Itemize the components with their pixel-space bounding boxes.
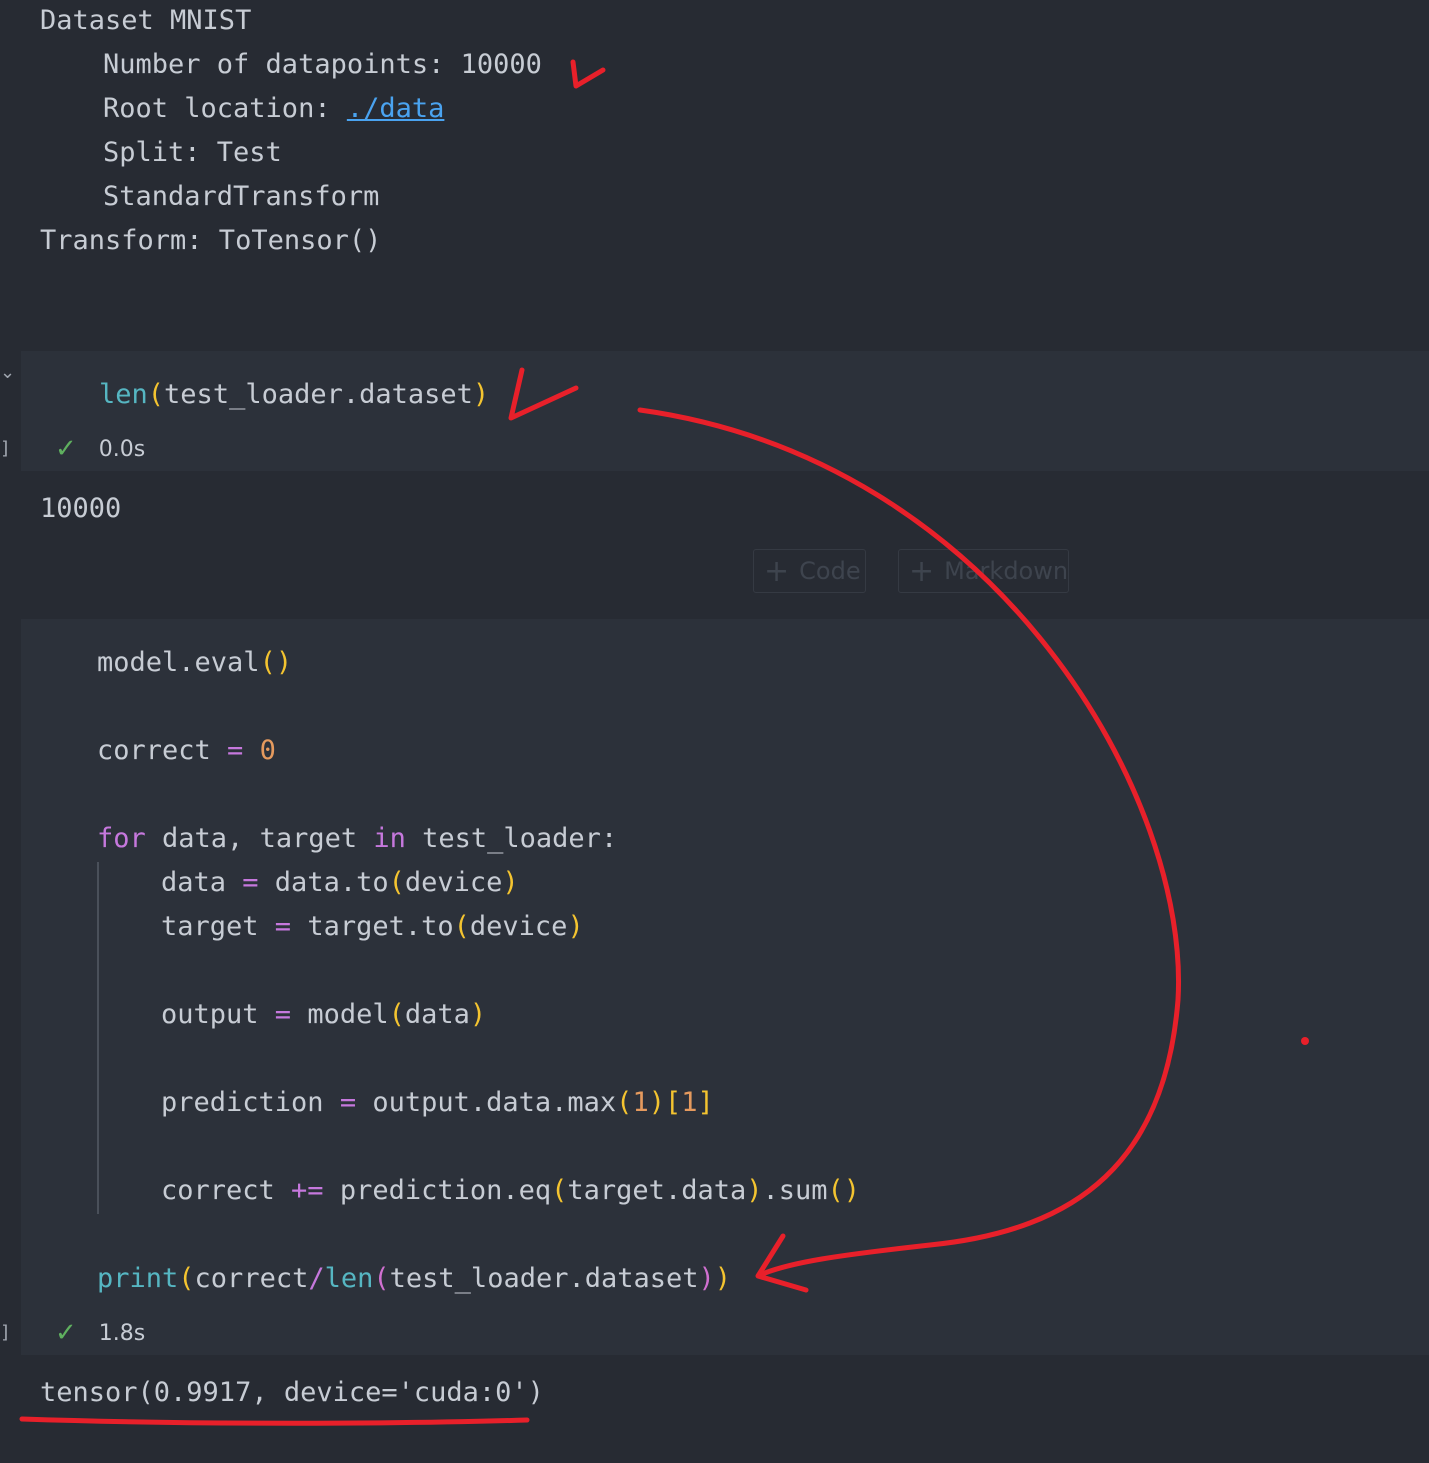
code-line-for[interactable]: for data, target in test_loader: bbox=[97, 823, 617, 854]
code-line-print[interactable]: print(correct/len(test_loader.dataset)) bbox=[97, 1263, 731, 1294]
checkmark-annotation-1 bbox=[570, 59, 606, 89]
check-icon: ✓ bbox=[55, 1318, 77, 1348]
cell2-exec-time: 1.8s bbox=[98, 1320, 146, 1346]
add-code-label: Code bbox=[799, 557, 861, 585]
check-icon: ✓ bbox=[55, 434, 77, 464]
cell-execution-marker: ] bbox=[0, 438, 11, 459]
cell2-output: tensor(0.9917, device='cuda:0') bbox=[40, 1377, 544, 1408]
code-cell-len[interactable] bbox=[21, 351, 1429, 471]
plus-icon: + bbox=[909, 553, 935, 589]
code-line-len[interactable]: len(test_loader.dataset) bbox=[99, 379, 489, 410]
chevron-down-icon[interactable]: ⌄ bbox=[0, 362, 15, 383]
add-markdown-label: Markdown bbox=[944, 557, 1069, 585]
output-line-split: Split: Test bbox=[103, 137, 282, 168]
code-line-data-to[interactable]: data = data.to(device) bbox=[161, 867, 519, 898]
code-line-correct-init[interactable]: correct = 0 bbox=[97, 735, 276, 766]
code-line-prediction[interactable]: prediction = output.data.max(1)[1] bbox=[161, 1087, 714, 1118]
output-line-datapoints: Number of datapoints: 10000 bbox=[103, 49, 542, 80]
plus-icon: + bbox=[764, 553, 790, 589]
code-cell-evaluation[interactable] bbox=[21, 619, 1429, 1355]
underline-annotation bbox=[19, 1416, 530, 1426]
cell-execution-marker: ] bbox=[0, 1322, 11, 1343]
cell1-status: ✓ 0.0s bbox=[55, 434, 145, 464]
root-label: Root location: bbox=[103, 93, 347, 124]
code-line-correct-sum[interactable]: correct += prediction.eq(target.data).su… bbox=[161, 1175, 860, 1206]
output-line-standard-transform: StandardTransform bbox=[103, 181, 380, 212]
cell1-exec-time: 0.0s bbox=[98, 436, 146, 462]
cell2-status: ✓ 1.8s bbox=[55, 1318, 145, 1348]
output-line-root: Root location: ./data bbox=[103, 93, 444, 124]
output-line-dataset: Dataset MNIST bbox=[40, 5, 252, 36]
cell1-output: 10000 bbox=[40, 493, 122, 524]
add-markdown-cell-button[interactable]: + Markdown bbox=[898, 549, 1069, 593]
root-location-link[interactable]: ./data bbox=[347, 93, 445, 124]
add-code-cell-button[interactable]: + Code bbox=[753, 549, 866, 593]
indent-guide bbox=[97, 862, 99, 1214]
code-line-output[interactable]: output = model(data) bbox=[161, 999, 486, 1030]
code-line-model-eval[interactable]: model.eval() bbox=[97, 647, 292, 678]
output-line-transform: Transform: ToTensor() bbox=[40, 225, 382, 256]
code-line-target-to[interactable]: target = target.to(device) bbox=[161, 911, 584, 942]
